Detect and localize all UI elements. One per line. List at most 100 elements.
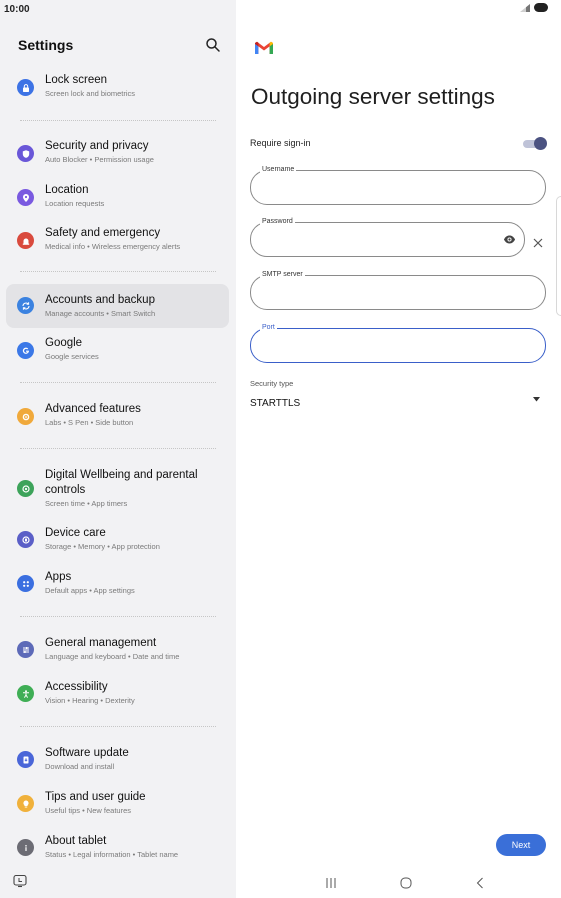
sidebar-item-subtitle: Language and keyboard • Date and time	[45, 652, 180, 661]
shield-icon	[17, 145, 34, 162]
sidebar-item-accessibility[interactable]: Accessibility Vision • Hearing • Dexteri…	[6, 676, 229, 712]
smtp-server-field[interactable]: SMTP server	[250, 270, 546, 310]
show-password-eye-icon[interactable]	[503, 233, 516, 246]
sidebar-item-title: Tips and user guide	[45, 791, 146, 803]
divider	[20, 616, 216, 617]
lock-icon	[17, 79, 34, 96]
sliders-icon	[17, 641, 34, 658]
edge-panel-handle[interactable]	[556, 196, 561, 316]
password-field[interactable]: Password	[250, 217, 525, 257]
emergency-icon	[17, 232, 34, 249]
sidebar-item-subtitle: Manage accounts • Smart Switch	[45, 309, 156, 318]
sync-icon	[17, 297, 34, 314]
settings-title: Settings	[18, 37, 74, 53]
username-input[interactable]	[263, 180, 493, 191]
status-icons	[520, 3, 548, 12]
sidebar-item-subtitle: Storage • Memory • App protection	[45, 542, 160, 551]
location-pin-icon	[17, 189, 34, 206]
sidebar-item-tips-user-guide[interactable]: Tips and user guide Useful tips • New fe…	[6, 786, 229, 822]
security-type-label: Security type	[250, 379, 294, 388]
search-icon[interactable]	[205, 37, 221, 53]
device-care-icon	[17, 531, 34, 548]
sidebar-item-subtitle: Medical info • Wireless emergency alerts	[45, 242, 181, 251]
sidebar-item-digital-wellbeing[interactable]: Digital Wellbeing and parental controls …	[6, 466, 229, 512]
sidebar-item-title-line1: Digital Wellbeing and parental	[45, 469, 198, 481]
clear-password-close-icon[interactable]	[533, 238, 543, 248]
lightbulb-icon	[17, 795, 34, 812]
sidebar-item-title: Security and privacy	[45, 140, 149, 152]
sidebar-item-title: Accessibility	[45, 681, 108, 693]
sidebar-item-title: Google	[45, 337, 83, 349]
page-title: Outgoing server settings	[251, 84, 495, 109]
divider	[20, 120, 216, 121]
sidebar-item-title: Accounts and backup	[45, 294, 155, 306]
port-label: Port	[260, 323, 277, 333]
sidebar-item-safety-emergency[interactable]: Safety and emergency Medical info • Wire…	[6, 223, 229, 259]
sidebar-item-subtitle: Vision • Hearing • Dexterity	[45, 696, 135, 705]
sidebar-item-subtitle: Useful tips • New features	[45, 806, 131, 815]
sidebar-item-subtitle: Screen time • App timers	[45, 499, 128, 508]
require-signin-label: Require sign-in	[250, 138, 311, 148]
sidebar-item-security-privacy[interactable]: Security and privacy Auto Blocker • Perm…	[6, 136, 229, 172]
sidebar-item-subtitle: Default apps • App settings	[45, 586, 135, 595]
dropdown-caret-icon[interactable]	[533, 397, 540, 402]
email-setup-pane: Outgoing server settings Require sign-in…	[236, 0, 561, 898]
sidebar-item-apps[interactable]: Apps Default apps • App settings	[6, 566, 229, 602]
apps-grid-icon	[17, 575, 34, 592]
username-field[interactable]: Username	[250, 165, 546, 205]
sidebar-item-subtitle: Screen lock and biometrics	[45, 89, 136, 98]
sidebar-item-software-update[interactable]: Software update Download and install	[6, 742, 229, 778]
signal-icon	[520, 3, 530, 12]
sidebar-item-lock-screen[interactable]: Lock screen Screen lock and biometrics	[6, 70, 229, 106]
sidebar-item-title-line2: controls	[45, 484, 86, 496]
sidebar-item-device-care[interactable]: Device care Storage • Memory • App prote…	[6, 522, 229, 558]
username-label: Username	[260, 165, 297, 175]
accessibility-icon	[17, 685, 34, 702]
sidebar-item-title: Lock screen	[45, 74, 108, 86]
sidebar-item-advanced-features[interactable]: Advanced features Labs • S Pen • Side bu…	[6, 399, 229, 435]
sidebar-item-title: About tablet	[45, 835, 107, 847]
screen: 10:00 Settings Lock screen Screen lock a…	[0, 0, 561, 898]
sidebar-item-subtitle: Download and install	[45, 762, 115, 771]
recents-icon[interactable]	[325, 876, 337, 890]
port-field[interactable]: Port	[250, 323, 546, 363]
password-input[interactable]	[263, 232, 493, 243]
sidebar-item-subtitle: Labs • S Pen • Side button	[45, 418, 134, 427]
sidebar-item-subtitle: Auto Blocker • Permission usage	[45, 155, 154, 164]
require-signin-toggle[interactable]	[523, 137, 547, 150]
sidebar-item-subtitle: Status • Legal information • Tablet name	[45, 850, 179, 859]
sidebar-item-about-tablet[interactable]: About tablet Status • Legal information …	[6, 830, 229, 866]
port-input[interactable]	[263, 338, 493, 349]
sidebar-item-title: General management	[45, 637, 157, 649]
gmail-logo-icon	[255, 41, 273, 54]
sidebar-item-subtitle: Location requests	[45, 199, 105, 208]
sidebar-item-title: Location	[45, 184, 89, 196]
sidebar-item-google[interactable]: Google Google services	[6, 333, 229, 369]
settings-pane: 10:00 Settings Lock screen Screen lock a…	[0, 0, 236, 898]
back-icon[interactable]	[476, 876, 484, 890]
sidebar-item-location[interactable]: Location Location requests	[6, 180, 229, 216]
gear-star-icon	[17, 408, 34, 425]
security-type-value[interactable]: STARTTLS	[250, 398, 300, 409]
sidebar-item-title: Safety and emergency	[45, 227, 161, 239]
sidebar-item-general-management[interactable]: General management Language and keyboard…	[6, 632, 229, 668]
password-label: Password	[260, 217, 295, 227]
sidebar-item-title: Advanced features	[45, 403, 141, 415]
smtp-server-label: SMTP server	[260, 270, 305, 280]
google-icon	[17, 342, 34, 359]
home-icon[interactable]	[400, 876, 412, 890]
sidebar-item-title: Software update	[45, 747, 129, 759]
info-icon	[17, 839, 34, 856]
sidebar-item-accounts-backup[interactable]: Accounts and backup Manage accounts • Sm…	[6, 284, 229, 328]
software-update-icon	[17, 751, 34, 768]
divider	[20, 382, 216, 383]
sidebar-item-title: Apps	[45, 571, 72, 583]
divider	[20, 448, 216, 449]
taskbar-tray-icon[interactable]	[13, 874, 27, 888]
toggle-knob	[534, 137, 547, 150]
next-button[interactable]: Next	[496, 834, 546, 856]
status-time: 10:00	[4, 4, 30, 15]
sidebar-item-subtitle: Google services	[45, 352, 99, 361]
wellbeing-icon	[17, 480, 34, 497]
smtp-server-input[interactable]	[263, 285, 493, 296]
